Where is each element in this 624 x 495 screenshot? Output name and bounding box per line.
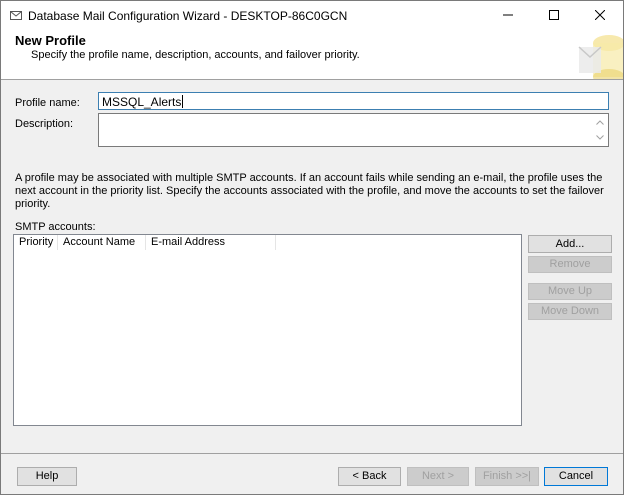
finish-button[interactable]: Finish >>| bbox=[475, 467, 539, 486]
profile-name-label: Profile name: bbox=[15, 97, 80, 109]
profile-name-value: MSSQL_Alerts bbox=[102, 95, 184, 109]
minimize-button[interactable] bbox=[485, 1, 531, 29]
footer-separator bbox=[1, 453, 623, 454]
page-title: New Profile bbox=[15, 33, 86, 48]
wizard-window: Database Mail Configuration Wizard - DES… bbox=[0, 0, 624, 495]
maximize-icon bbox=[549, 10, 559, 20]
smtp-accounts-label: SMTP accounts: bbox=[15, 221, 96, 233]
scroll-down-button[interactable] bbox=[591, 129, 608, 146]
move-down-button[interactable]: Move Down bbox=[528, 303, 612, 320]
description-scrollbar[interactable] bbox=[591, 114, 608, 146]
page-subtitle: Specify the profile name, description, a… bbox=[31, 49, 360, 61]
next-button[interactable]: Next > bbox=[407, 467, 469, 486]
cancel-button[interactable]: Cancel bbox=[544, 467, 608, 486]
column-header-priority[interactable]: Priority bbox=[14, 235, 58, 250]
window-title: Database Mail Configuration Wizard - DES… bbox=[28, 9, 348, 23]
add-account-button[interactable]: Add... bbox=[528, 235, 612, 253]
close-button[interactable] bbox=[577, 1, 623, 29]
description-label: Description: bbox=[15, 118, 74, 130]
chevron-up-icon bbox=[595, 120, 604, 125]
column-header-email-address[interactable]: E-mail Address bbox=[146, 235, 276, 250]
list-header: Priority Account Name E-mail Address bbox=[14, 235, 521, 250]
info-text: A profile may be associated with multipl… bbox=[15, 172, 604, 210]
description-textarea[interactable] bbox=[98, 113, 609, 147]
profile-name-text: MSSQL_Alerts bbox=[102, 95, 182, 109]
maximize-button[interactable] bbox=[531, 1, 577, 29]
help-button[interactable]: Help bbox=[17, 467, 77, 486]
database-mail-icon bbox=[10, 11, 22, 20]
remove-account-button[interactable]: Remove bbox=[528, 256, 612, 273]
column-header-account-name[interactable]: Account Name bbox=[58, 235, 146, 250]
smtp-accounts-list[interactable]: Priority Account Name E-mail Address bbox=[13, 234, 522, 426]
wizard-header: New Profile Specify the profile name, de… bbox=[1, 29, 623, 80]
back-button[interactable]: < Back bbox=[338, 467, 401, 486]
close-icon bbox=[595, 10, 605, 20]
move-up-button[interactable]: Move Up bbox=[528, 283, 612, 300]
title-bar[interactable]: Database Mail Configuration Wizard - DES… bbox=[1, 1, 623, 29]
profile-name-input[interactable]: MSSQL_Alerts bbox=[98, 92, 609, 110]
minimize-icon bbox=[503, 14, 513, 16]
chevron-down-icon bbox=[595, 135, 604, 140]
database-wizard-logo-icon bbox=[578, 35, 623, 79]
